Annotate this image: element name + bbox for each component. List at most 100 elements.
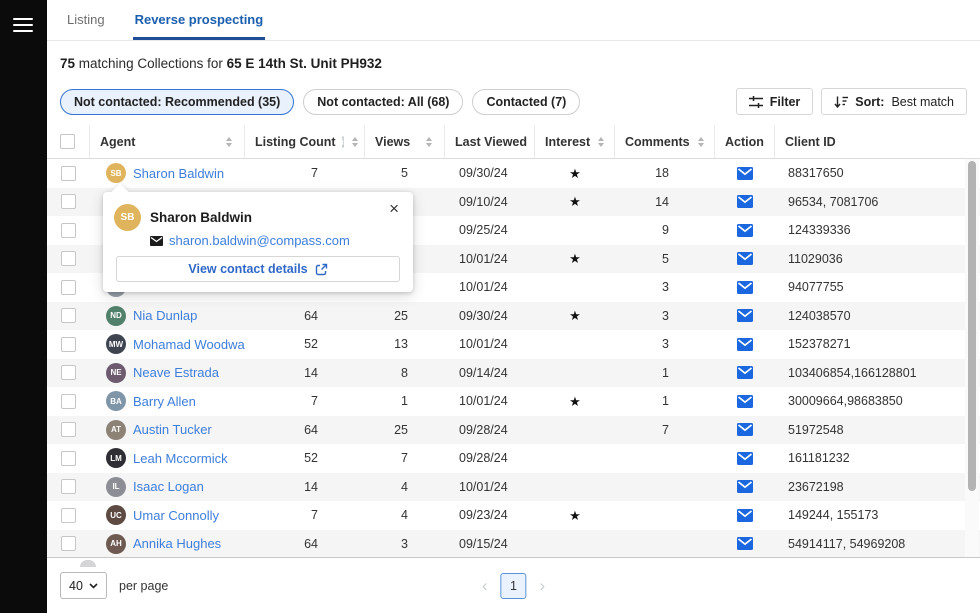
last-viewed-cell: 09/15/24 <box>445 530 535 559</box>
send-email-action-icon[interactable] <box>737 480 753 493</box>
last-viewed-cell: 09/10/24 <box>445 188 535 217</box>
row-checkbox[interactable] <box>61 223 76 238</box>
last-viewed-cell: 09/23/24 <box>445 501 535 530</box>
table-row: AH Annika Hughes 64 3 09/15/24 ★ 5491411… <box>47 530 980 559</box>
agent-name-link[interactable]: Leah Mccormick <box>133 451 228 466</box>
row-checkbox[interactable] <box>61 479 76 494</box>
last-viewed-cell: 10/01/24 <box>445 330 535 359</box>
tab-listing[interactable]: Listing <box>65 12 107 40</box>
popover-email-row: sharon.baldwin@compass.com <box>150 233 350 248</box>
row-checkbox[interactable] <box>61 251 76 266</box>
row-checkbox[interactable] <box>61 422 76 437</box>
row-checkbox[interactable] <box>61 166 76 181</box>
email-link[interactable]: sharon.baldwin@compass.com <box>169 233 350 248</box>
current-page-button[interactable]: 1 <box>501 573 527 599</box>
row-checkbox[interactable] <box>61 337 76 352</box>
row-checkbox[interactable] <box>61 194 76 209</box>
sort-toggle-icon[interactable] <box>590 137 604 147</box>
table-row: BA Barry Allen 7 1 10/01/24 ★ 1 30009664… <box>47 387 980 416</box>
client-id-cell: 149244, 155173 <box>775 501 980 530</box>
table-row: LM Leah Mccormick 52 7 09/28/24 ★ 161181… <box>47 444 980 473</box>
select-all-checkbox[interactable] <box>60 134 75 149</box>
pill-not-contacted-all[interactable]: Not contacted: All (68) <box>303 89 463 115</box>
column-header-interest[interactable]: Interest <box>535 125 615 158</box>
send-email-action-icon[interactable] <box>737 423 753 436</box>
row-checkbox[interactable] <box>61 308 76 323</box>
agent-avatar: BA <box>106 391 126 411</box>
summary-text: matching Collections for <box>79 56 223 71</box>
table-footer: 40 per page ‹ 1 › <box>47 557 980 613</box>
hamburger-menu-icon[interactable] <box>13 18 33 32</box>
filter-button[interactable]: Filter <box>736 88 814 115</box>
client-id-cell: 11029036 <box>775 245 980 274</box>
sort-button[interactable]: Sort: Best match <box>821 88 967 115</box>
comments-cell: 3 <box>615 273 715 302</box>
views-cell: 5 <box>365 159 445 188</box>
row-checkbox[interactable] <box>61 394 76 409</box>
send-email-action-icon[interactable] <box>737 195 753 208</box>
agent-name-link[interactable]: Nia Dunlap <box>133 308 197 323</box>
agent-name-link[interactable]: Annika Hughes <box>133 536 221 551</box>
close-icon[interactable]: × <box>389 200 399 217</box>
column-header-views[interactable]: Views <box>365 125 445 158</box>
agent-name-link[interactable]: Austin Tucker <box>133 422 212 437</box>
listing-count-cell: 7 <box>245 501 365 530</box>
agent-avatar: MW <box>106 334 126 354</box>
sort-toggle-icon[interactable] <box>690 137 704 147</box>
sort-toggle-icon[interactable] <box>527 137 535 147</box>
send-email-action-icon[interactable] <box>737 537 753 550</box>
tab-reverse-prospecting[interactable]: Reverse prospecting <box>133 12 266 40</box>
views-cell: 3 <box>365 530 445 559</box>
column-header-comments[interactable]: Comments <box>615 125 715 158</box>
row-checkbox[interactable] <box>61 365 76 380</box>
agent-name-link[interactable]: Isaac Logan <box>133 479 204 494</box>
filter-button-label: Filter <box>770 95 801 109</box>
send-email-action-icon[interactable] <box>737 366 753 379</box>
send-email-action-icon[interactable] <box>737 452 753 465</box>
next-page-icon[interactable]: › <box>540 577 546 594</box>
view-contact-details-button[interactable]: View contact details <box>116 256 400 282</box>
agent-contact-popover: SB Sharon Baldwin × sharon.baldwin@compa… <box>103 192 413 292</box>
left-nav-rail <box>0 0 47 613</box>
sort-toggle-icon[interactable] <box>418 137 432 147</box>
listing-count-cell: 52 <box>245 444 365 473</box>
listing-address: 65 E 14th St. Unit PH932 <box>227 56 382 71</box>
sort-toggle-icon[interactable] <box>218 137 232 147</box>
send-email-action-icon[interactable] <box>737 509 753 522</box>
agent-name-link[interactable]: Barry Allen <box>133 394 196 409</box>
send-email-action-icon[interactable] <box>737 281 753 294</box>
agent-avatar: SB <box>106 163 126 183</box>
client-id-cell: 23672198 <box>775 473 980 502</box>
prev-page-icon[interactable]: ‹ <box>482 577 488 594</box>
send-email-action-icon[interactable] <box>737 395 753 408</box>
sort-icon <box>834 96 848 108</box>
last-viewed-cell: 09/25/24 <box>445 216 535 245</box>
send-email-action-icon[interactable] <box>737 309 753 322</box>
row-checkbox[interactable] <box>61 508 76 523</box>
agent-name-link[interactable]: Mohamad Woodward <box>133 337 245 352</box>
send-email-action-icon[interactable] <box>737 338 753 351</box>
column-header-listing-count[interactable]: Listing Count i <box>245 125 365 158</box>
send-email-action-icon[interactable] <box>737 252 753 265</box>
scrollbar-thumb[interactable] <box>968 161 976 491</box>
row-checkbox[interactable] <box>61 536 76 551</box>
views-cell: 1 <box>365 387 445 416</box>
row-checkbox[interactable] <box>61 280 76 295</box>
client-id-cell: 54914117, 54969208 <box>775 530 980 559</box>
pill-not-contacted-recommended[interactable]: Not contacted: Recommended (35) <box>60 89 294 115</box>
agent-avatar: AT <box>106 420 126 440</box>
sort-toggle-icon[interactable] <box>344 137 358 147</box>
send-email-action-icon[interactable] <box>737 224 753 237</box>
partial-row-avatar <box>80 560 96 567</box>
column-header-agent[interactable]: Agent <box>90 125 245 158</box>
agent-name-link[interactable]: Neave Estrada <box>133 365 219 380</box>
agent-name-link[interactable]: Umar Connolly <box>133 508 219 523</box>
send-email-action-icon[interactable] <box>737 167 753 180</box>
agent-name-link[interactable]: Sharon Baldwin <box>133 166 224 181</box>
column-header-last-viewed[interactable]: Last Viewed <box>445 125 535 158</box>
per-page-label: per page <box>119 579 168 593</box>
row-checkbox[interactable] <box>61 451 76 466</box>
pill-contacted[interactable]: Contacted (7) <box>472 89 580 115</box>
page-size-select[interactable]: 40 <box>60 572 107 599</box>
interest-star-icon: ★ <box>569 509 581 522</box>
